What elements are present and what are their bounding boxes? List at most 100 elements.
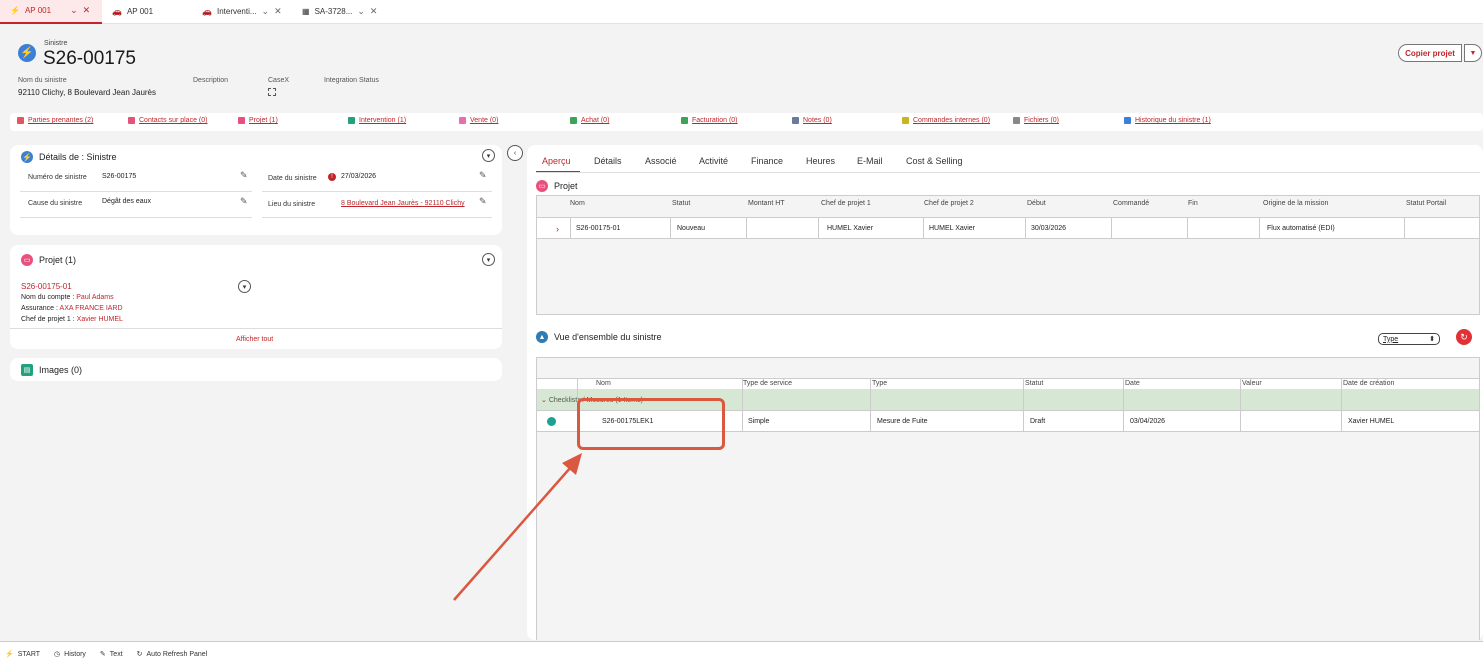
column-header[interactable]: Statut	[1025, 380, 1043, 387]
folder-icon: ▭	[536, 180, 548, 192]
tab-associe[interactable]: Associé	[645, 156, 677, 166]
edit-pencil-icon[interactable]: ✎	[479, 170, 487, 181]
chef-line: Chef de projet 1 : Xavier HUMEL	[21, 316, 123, 323]
tab-finance[interactable]: Finance	[751, 156, 783, 166]
column-header[interactable]: Date de création	[1343, 380, 1394, 387]
show-all-link[interactable]: Afficher tout	[236, 336, 273, 343]
related-link-parties[interactable]: Parties prenantes (2)	[17, 117, 93, 124]
bolt-icon: ⚡	[5, 651, 14, 658]
history-icon	[1124, 117, 1131, 124]
related-link-fichiers[interactable]: Fichiers (0)	[1013, 117, 1059, 124]
casex-checkbox[interactable]	[268, 88, 276, 96]
column-header[interactable]: Valeur	[1242, 380, 1262, 387]
close-icon[interactable]: ✕	[274, 6, 282, 17]
collapse-panel-button[interactable]: ‹	[507, 145, 523, 161]
project-link[interactable]: S26-00175-01	[21, 282, 72, 291]
tab-cost-selling[interactable]: Cost & Selling	[906, 156, 963, 166]
utility-history[interactable]: ◷ History	[54, 650, 86, 659]
chevron-down-icon[interactable]: ⌄	[357, 6, 365, 17]
related-link-facturation[interactable]: Facturation (0)	[681, 117, 738, 124]
projet-table	[536, 195, 1480, 315]
lieu-link[interactable]: 8 Boulevard Jean Jaurès - 92110 Clichy	[341, 200, 465, 207]
utility-auto-refresh[interactable]: ↻ Auto Refresh Panel	[137, 650, 208, 659]
column-header[interactable]: Montant HT	[748, 200, 785, 207]
column-header[interactable]: Statut Portail	[1406, 200, 1446, 207]
projet-chef2: HUMEL Xavier	[929, 225, 976, 232]
edit-pencil-icon[interactable]: ✎	[479, 196, 487, 207]
edit-pencil-icon[interactable]: ✎	[240, 196, 248, 207]
column-header[interactable]: Nom	[570, 200, 585, 207]
projet-debut: 30/03/2026	[1031, 225, 1067, 232]
cause-label: Cause du sinistre	[28, 200, 83, 207]
column-header[interactable]: Fin	[1188, 200, 1198, 207]
column-header[interactable]: Début	[1027, 200, 1046, 207]
calendar-icon: ▦	[302, 7, 310, 16]
folder-icon: ▭	[21, 254, 33, 266]
column-header[interactable]: Date	[1125, 380, 1140, 387]
projet-name-link[interactable]: S26-00175-01	[576, 225, 620, 232]
pencil-icon: ✎	[99, 651, 106, 658]
project-row-menu-button[interactable]: ▾	[238, 280, 251, 293]
divider	[262, 217, 492, 218]
related-links-bar: Parties prenantes (2) Contacts sur place…	[10, 113, 1483, 131]
field-label-description: Description	[193, 77, 229, 84]
tab-apercu[interactable]: Aperçu	[542, 156, 571, 166]
tab-sa[interactable]: ▦ SA-3728... ⌄ ✕	[292, 0, 392, 24]
chevron-down-icon[interactable]: ⌄	[70, 5, 78, 16]
mesure-service-type: Simple	[748, 418, 770, 425]
tab-ap001-vehicle[interactable]: 🚗 AP 001	[102, 0, 192, 24]
column-header[interactable]: Commandé	[1113, 200, 1149, 207]
refresh-icon[interactable]: ↻	[1456, 329, 1472, 345]
projet-status: Nouveau	[677, 225, 706, 232]
related-link-projet[interactable]: Projet (1)	[238, 117, 278, 124]
tab-heures[interactable]: Heures	[806, 156, 835, 166]
tab-ap001-sinistre[interactable]: ⚡ AP 001 ⌄ ✕	[0, 0, 102, 24]
warning-icon: !	[328, 173, 336, 181]
close-icon[interactable]: ✕	[83, 5, 91, 16]
chevron-right-icon[interactable]: ›	[556, 224, 559, 234]
related-link-achat[interactable]: Achat (0)	[570, 117, 609, 124]
tab-activite[interactable]: Activité	[699, 156, 728, 166]
chevron-down-icon[interactable]: ⌄	[262, 6, 270, 17]
column-header[interactable]: Origine de la mission	[1263, 200, 1328, 207]
bolt-icon: ⚡	[18, 44, 36, 62]
bolt-icon: ⚡	[10, 6, 20, 15]
column-header[interactable]: Statut	[672, 200, 690, 207]
close-icon[interactable]: ✕	[370, 6, 378, 17]
tab-details[interactable]: Détails	[594, 156, 622, 166]
invoice-icon	[681, 117, 688, 124]
mesure-type: Mesure de Fuite	[877, 418, 928, 425]
related-link-intervention[interactable]: Intervention (1)	[348, 117, 406, 124]
column-header[interactable]: Type de service	[743, 380, 792, 387]
mesure-created-by: Xavier HUMEL	[1348, 418, 1395, 425]
related-link-notes[interactable]: Notes (0)	[792, 117, 832, 124]
tab-email[interactable]: E-Mail	[857, 156, 883, 166]
related-link-contacts[interactable]: Contacts sur place (0)	[128, 117, 207, 124]
lieu-label: Lieu du sinistre	[268, 201, 316, 208]
edit-pencil-icon[interactable]: ✎	[240, 170, 248, 181]
column-header[interactable]: Chef de projet 2	[924, 200, 974, 207]
related-link-commandes[interactable]: Commandes internes (0)	[902, 117, 990, 124]
field-label-integration: Integration Status	[324, 77, 379, 84]
related-link-historique[interactable]: Historique du sinistre (1)	[1124, 117, 1211, 124]
status-dot-icon	[547, 417, 556, 426]
copy-project-button[interactable]: Copier projet	[1398, 44, 1462, 62]
car-icon: 🚗	[112, 7, 122, 16]
type-select[interactable]: Type ⬍	[1378, 333, 1440, 345]
utility-text[interactable]: ✎ Text	[99, 650, 123, 659]
numero-value: S26-00175	[102, 173, 137, 180]
utility-start[interactable]: ⚡ START	[5, 650, 40, 659]
order-icon	[902, 117, 909, 124]
column-header[interactable]: Nom	[596, 380, 611, 387]
projet-menu-button[interactable]: ▾	[482, 253, 495, 266]
utility-bar: ⚡ START ◷ History ✎ Text ↻ Auto Refresh Pane…	[0, 641, 1483, 666]
tab-intervention[interactable]: 🚗 Interventi... ⌄ ✕	[192, 0, 292, 24]
related-link-vente[interactable]: Vente (0)	[459, 117, 498, 124]
chevron-down-icon[interactable]: ▼	[1464, 44, 1482, 62]
cause-value: Dégât des eaux	[102, 198, 152, 205]
column-header[interactable]: Chef de projet 1	[821, 200, 871, 207]
file-icon	[1013, 117, 1020, 124]
details-menu-button[interactable]: ▾	[482, 149, 495, 162]
people-icon	[17, 117, 24, 124]
column-header[interactable]: Type	[872, 380, 887, 387]
